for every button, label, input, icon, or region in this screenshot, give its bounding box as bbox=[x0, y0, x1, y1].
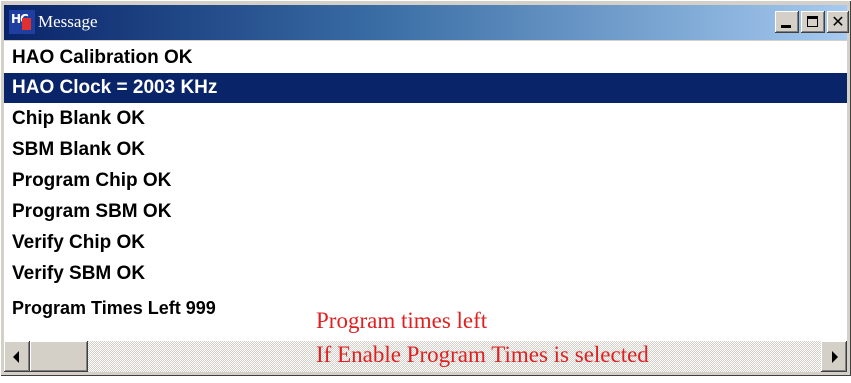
list-item[interactable]: Program Chip OK bbox=[4, 166, 847, 196]
window-title: Message bbox=[38, 12, 98, 31]
annotation-enable-condition: If Enable Program Times is selected bbox=[316, 342, 649, 367]
list-item-selected[interactable]: HAO Clock = 2003 KHz bbox=[4, 73, 847, 103]
annotation-program-times: Program times left bbox=[316, 308, 488, 333]
scroll-left-button[interactable] bbox=[4, 341, 30, 372]
list-item[interactable]: Verify Chip OK bbox=[4, 228, 847, 258]
arrow-right-icon bbox=[832, 351, 838, 363]
scroll-right-button[interactable] bbox=[821, 341, 847, 372]
maximize-button[interactable] bbox=[801, 11, 825, 33]
list-item[interactable]: SBM Blank OK bbox=[4, 135, 847, 165]
minimize-button[interactable] bbox=[775, 11, 799, 33]
list-item[interactable]: HAO Calibration OK bbox=[4, 43, 847, 73]
title-bar[interactable]: HC Message ✕ bbox=[4, 5, 849, 40]
maximize-icon bbox=[807, 16, 818, 27]
list-item[interactable]: Program SBM OK bbox=[4, 197, 847, 227]
arrow-left-icon bbox=[13, 351, 19, 363]
minimize-icon bbox=[781, 25, 791, 28]
message-list[interactable]: HAO Calibration OK HAO Clock = 2003 KHz … bbox=[4, 41, 847, 341]
list-item[interactable]: Verify SBM OK bbox=[4, 259, 847, 289]
scrollbar-thumb[interactable] bbox=[30, 341, 88, 372]
close-icon: ✕ bbox=[831, 12, 845, 31]
close-button[interactable]: ✕ bbox=[827, 11, 849, 33]
list-item[interactable]: Chip Blank OK bbox=[4, 104, 847, 134]
app-logo-icon[interactable]: HC bbox=[9, 10, 35, 34]
